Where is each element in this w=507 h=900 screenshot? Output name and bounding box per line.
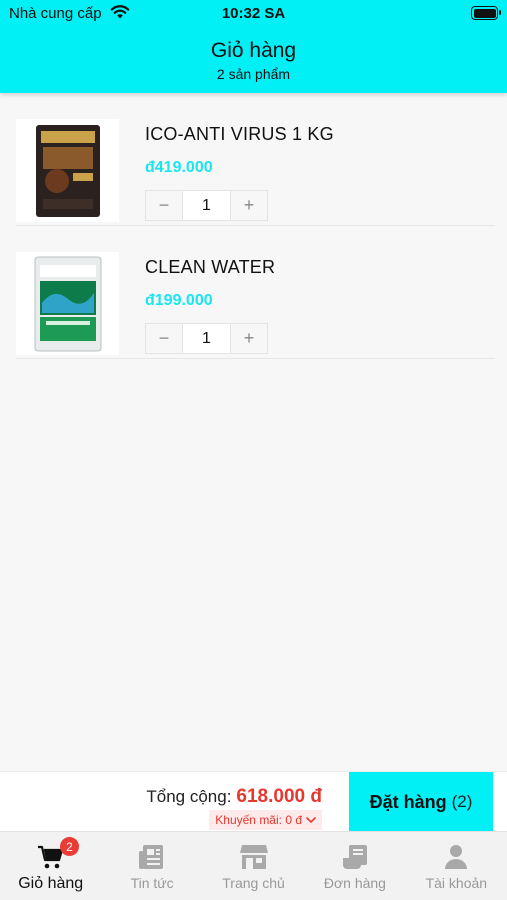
decrement-button[interactable]: − — [146, 324, 182, 353]
tab-home[interactable]: Trang chủ — [203, 832, 304, 900]
promo-label: Khuyến mãi: 0 đ — [215, 813, 302, 827]
place-order-button[interactable]: Đặt hàng (2) — [349, 772, 493, 832]
news-icon — [137, 842, 167, 872]
decrement-button[interactable]: − — [146, 191, 182, 220]
cart-item: CLEAN WATER đ199.000 − 1 + — [16, 226, 495, 359]
order-count: (2) — [451, 792, 473, 811]
total-label: Tổng cộng: — [146, 787, 232, 806]
cart-badge: 2 — [60, 837, 79, 856]
orders-icon — [340, 842, 370, 872]
quantity-value[interactable]: 1 — [182, 191, 231, 220]
promo-dropdown[interactable]: Khuyến mãi: 0 đ — [209, 810, 322, 830]
status-bar: Nhà cung cấp 10:32 SA — [0, 0, 507, 28]
checkout-bar: Tổng cộng: 618.000 đ Khuyến mãi: 0 đ Đặt… — [0, 771, 507, 832]
bottom-tab-bar: 2 Giỏ hàng Tin tức Trang chủ Đơn hàng Tà… — [0, 831, 507, 900]
store-icon — [239, 842, 269, 872]
product-image[interactable] — [16, 119, 119, 222]
account-icon — [441, 842, 471, 872]
chevron-down-icon — [306, 813, 316, 827]
tab-account[interactable]: Tài khoản — [406, 832, 507, 900]
product-name: ICO-ANTI VIRUS 1 KG — [145, 124, 334, 144]
increment-button[interactable]: + — [231, 191, 267, 220]
tab-news[interactable]: Tin tức — [101, 832, 202, 900]
tab-label: Tin tức — [130, 875, 174, 891]
quantity-value[interactable]: 1 — [182, 324, 231, 353]
order-label: Đặt hàng — [369, 791, 447, 812]
status-time: 10:32 SA — [221, 5, 286, 22]
tab-label: Tài khoản — [425, 875, 488, 891]
battery-icon — [471, 6, 501, 20]
total-row: Tổng cộng: 618.000 đ — [146, 786, 322, 808]
cart-list: ICO-ANTI VIRUS 1 KG đ419.000 − 1 + CLEAN… — [0, 93, 507, 359]
tab-orders[interactable]: Đơn hàng — [304, 832, 405, 900]
tab-cart[interactable]: 2 Giỏ hàng — [0, 832, 101, 900]
total-value: 618.000 đ — [236, 786, 322, 807]
increment-button[interactable]: + — [231, 324, 267, 353]
app-header: Nhà cung cấp 10:32 SA Giỏ hàng 2 sản phẩ… — [0, 0, 507, 93]
item-count: 2 sản phẩm — [216, 66, 291, 82]
product-name: CLEAN WATER — [145, 257, 276, 277]
page-title: Giỏ hàng — [210, 39, 297, 62]
product-image[interactable] — [16, 252, 119, 355]
product-price: đ419.000 — [145, 159, 213, 176]
tab-label: Trang chủ — [222, 875, 285, 891]
tab-label: Giỏ hàng — [18, 875, 84, 892]
cart-item: ICO-ANTI VIRUS 1 KG đ419.000 − 1 + — [16, 93, 495, 226]
quantity-stepper: − 1 + — [145, 323, 268, 354]
quantity-stepper: − 1 + — [145, 190, 268, 221]
tab-label: Đơn hàng — [323, 875, 386, 891]
product-price: đ199.000 — [145, 292, 213, 309]
